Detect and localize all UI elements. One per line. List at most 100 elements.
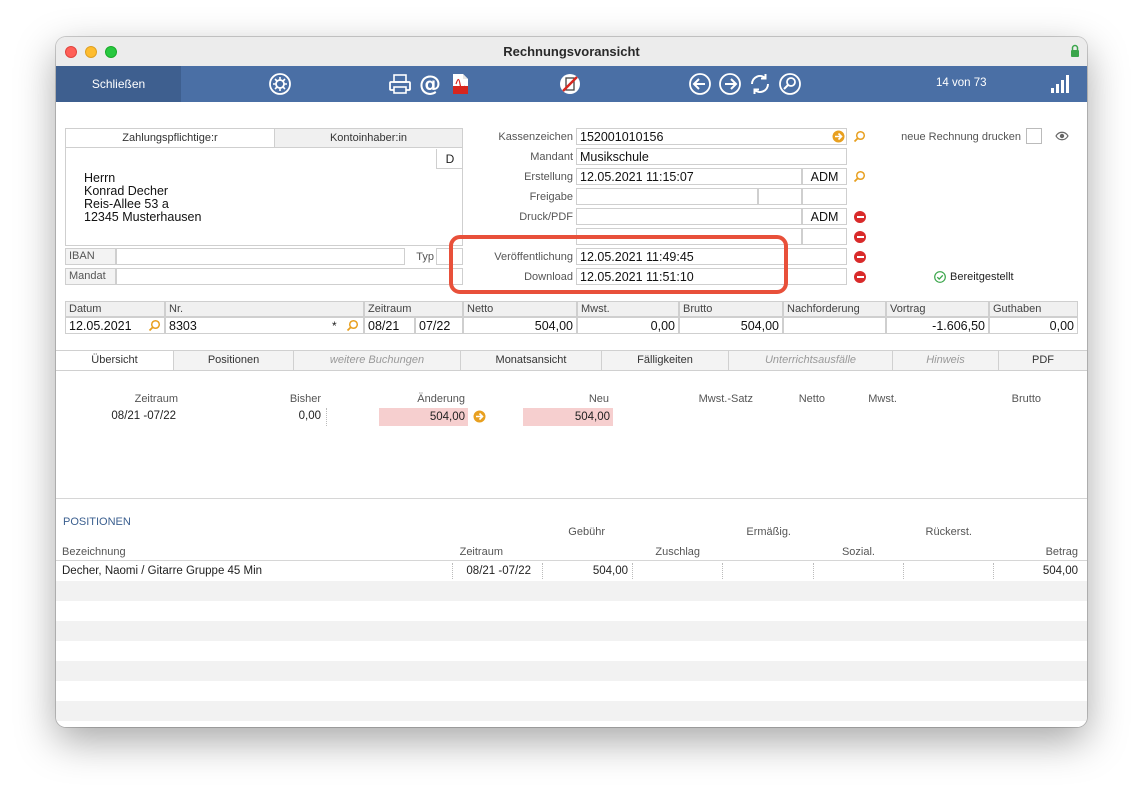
next-arrow-icon[interactable] xyxy=(718,72,742,96)
close-button[interactable]: Schließen xyxy=(56,66,181,102)
check-circle-icon xyxy=(934,271,946,283)
clear-download-icon[interactable] xyxy=(854,271,866,283)
created-field[interactable]: 12.05.2021 11:15:07 xyxy=(576,168,802,185)
approval-user-field[interactable] xyxy=(802,188,847,205)
summary-credit: 0,00 xyxy=(989,317,1078,334)
status-provided: Bereitgestellt xyxy=(950,271,1014,283)
client-label: Mandant xyxy=(530,151,573,163)
summary-gross: 504,00 xyxy=(679,317,783,334)
cash-reference-field[interactable]: 152001010156 xyxy=(576,128,847,145)
col-divider xyxy=(813,563,814,579)
empty-row xyxy=(56,661,1087,681)
refresh-icon[interactable] xyxy=(748,72,772,96)
search-cash-reference-icon[interactable] xyxy=(853,130,866,143)
approval-field[interactable] xyxy=(576,188,758,205)
empty-row xyxy=(56,601,1087,621)
overview-header-vat: Mwst. xyxy=(868,393,897,405)
created-user-field[interactable]: ADM xyxy=(802,168,847,185)
print-pdf-field[interactable] xyxy=(576,208,802,225)
tab-overview[interactable]: Übersicht xyxy=(56,350,174,370)
client-field[interactable]: Musikschule xyxy=(576,148,847,165)
search-created-icon[interactable] xyxy=(853,170,866,183)
section-divider xyxy=(56,498,1087,499)
table-row[interactable]: Decher, Naomi / Gitarre Gruppe 45 Min 08… xyxy=(56,561,1087,581)
search-icon[interactable] xyxy=(778,72,802,96)
summary-number-star: * xyxy=(332,319,337,333)
eye-icon[interactable] xyxy=(1055,131,1069,141)
iban-input[interactable] xyxy=(116,248,405,265)
window-title: Rechnungsvoransicht xyxy=(503,44,640,59)
empty-row xyxy=(56,641,1087,661)
previous-arrow-icon[interactable] xyxy=(688,72,712,96)
print-icon[interactable] xyxy=(388,72,412,96)
tab-positions[interactable]: Positionen xyxy=(174,350,294,370)
tab-payer[interactable]: Zahlungspflichtige:r xyxy=(66,129,275,148)
overview-header-new: Neu xyxy=(588,393,609,405)
mandate-input[interactable] xyxy=(116,268,463,285)
overview-header-vat-rate: Mwst.-Satz xyxy=(698,393,753,405)
title-bar: Rechnungsvoransicht xyxy=(56,37,1087,67)
overview-header-gross: Brutto xyxy=(1011,393,1041,405)
summary-backpay xyxy=(783,317,886,334)
position-description: Decher, Naomi / Gitarre Gruppe 45 Min xyxy=(62,565,263,577)
clear-published-icon[interactable] xyxy=(854,251,866,263)
clear-print-icon[interactable] xyxy=(854,211,866,223)
print-pdf-user-field[interactable]: ADM xyxy=(802,208,847,225)
search-date-icon[interactable] xyxy=(148,319,161,332)
tab-note[interactable]: Hinweis xyxy=(893,350,999,370)
summary-period-to[interactable]: 07/22 xyxy=(415,317,463,334)
overview-change[interactable]: 504,00 xyxy=(379,408,468,426)
col-divider xyxy=(632,563,633,579)
tab-more-bookings[interactable]: weitere Buchungen xyxy=(294,350,461,370)
summary-header-date: Datum xyxy=(65,301,165,317)
empty-row xyxy=(56,581,1087,601)
cancel-invoice-icon[interactable] xyxy=(558,72,582,96)
tab-pdf[interactable]: PDF xyxy=(999,350,1087,370)
search-number-icon[interactable] xyxy=(346,319,359,332)
overview-period: 08/21 -07/22 xyxy=(111,410,176,422)
col-divider xyxy=(542,563,543,579)
go-arrow-icon[interactable] xyxy=(832,130,845,143)
svg-text:@: @ xyxy=(419,72,441,96)
summary-header-period: Zeitraum xyxy=(364,301,463,317)
summary-carryover: -1.606,50 xyxy=(886,317,989,334)
reprint-checkbox[interactable] xyxy=(1026,128,1042,144)
overview-previous: 0,00 xyxy=(298,410,321,422)
record-counter: 14 von 73 xyxy=(936,77,987,89)
settings-gear-icon[interactable] xyxy=(268,72,292,96)
summary-period-from[interactable]: 08/21 xyxy=(364,317,415,334)
overview-new: 504,00 xyxy=(523,408,613,426)
mail-sent-user-field[interactable] xyxy=(802,228,847,245)
empty-row xyxy=(56,721,1087,727)
pdf-icon[interactable] xyxy=(448,72,472,96)
col-divider xyxy=(722,563,723,579)
summary-header-carryover: Vortrag xyxy=(886,301,989,317)
reprint-label: neue Rechnung drucken xyxy=(901,131,1021,143)
created-label: Erstellung xyxy=(524,171,573,183)
summary-header-backpay: Nachforderung xyxy=(783,301,886,317)
tab-lesson-cancellations[interactable]: Unterrichtsausfälle xyxy=(729,350,893,370)
position-fee: 504,00 xyxy=(592,565,628,577)
overview-header-previous: Bisher xyxy=(289,393,321,405)
positions-header-period: Zeitraum xyxy=(459,546,503,558)
address-line: 12345 Musterhausen xyxy=(84,210,202,224)
approval-label: Freigabe xyxy=(529,191,573,203)
type-label: Typ xyxy=(416,251,434,263)
positions-header-discount: Ermäßig. xyxy=(746,526,791,538)
overview-header-net: Netto xyxy=(798,393,825,405)
tab-due-dates[interactable]: Fälligkeiten xyxy=(602,350,729,370)
clear-mail-icon[interactable] xyxy=(854,231,866,243)
tab-account-holder[interactable]: Kontoinhaber:in xyxy=(275,129,462,148)
tabs-baseline xyxy=(56,370,1087,371)
empty-row xyxy=(56,681,1087,701)
overview-header-change: Änderung xyxy=(417,393,465,405)
summary-header-number: Nr. xyxy=(165,301,364,317)
email-at-icon[interactable]: @ xyxy=(418,72,442,96)
lock-icon xyxy=(1071,44,1079,57)
iban-label: IBAN xyxy=(65,248,116,265)
approval-extra-field[interactable] xyxy=(758,188,802,205)
highlight-frame xyxy=(449,235,788,294)
tab-monthly-view[interactable]: Monatsansicht xyxy=(461,350,602,370)
statistics-bars-icon[interactable] xyxy=(1050,74,1070,94)
apply-arrow-icon[interactable] xyxy=(473,410,486,423)
